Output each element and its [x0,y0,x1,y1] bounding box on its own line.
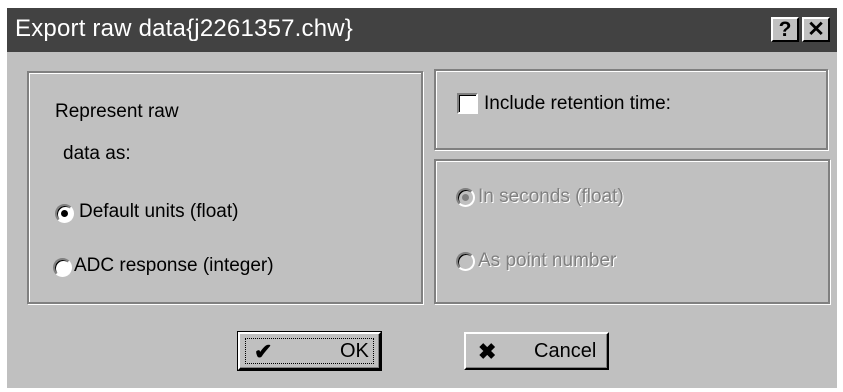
ok-button[interactable]: ✔ OK [237,331,382,371]
ok-button-label: OK [340,340,369,362]
include-retention-label[interactable]: Include retention time: [484,93,671,115]
radio-adc-response-label[interactable]: ADC response (integer) [74,255,274,277]
include-retention-checkbox-box[interactable] [457,93,478,114]
checkmark-icon: ✔ [254,339,273,364]
close-icon: ✕ [807,18,825,41]
dialog-title: Export raw data{j2261357.chw} [15,15,354,42]
radio-default-units-label[interactable]: Default units (float) [79,201,238,223]
represent-group: Represent raw data as: Default units (fl… [27,71,423,304]
x-icon: ✖ [478,339,497,364]
close-button[interactable]: ✕ [802,17,830,42]
title-bar[interactable]: Export raw data{j2261357.chw} ? ✕ [7,8,837,52]
help-button[interactable]: ? [771,17,799,42]
radio-adc-response-indicator[interactable] [53,258,72,277]
cancel-button[interactable]: ✖ Cancel [464,332,609,370]
retention-options-group: In seconds (float) As point number [434,159,830,304]
represent-label-line2: data as: [63,143,131,164]
cancel-button-label: Cancel [534,340,597,362]
question-mark-icon: ? [778,18,792,41]
radio-in-seconds-indicator[interactable] [456,188,475,207]
export-raw-data-dialog: Export raw data{j2261357.chw} ? ✕ Repres… [7,8,837,388]
radio-as-point-number-label[interactable]: As point number [478,250,616,272]
radio-in-seconds-label[interactable]: In seconds (float) [478,186,624,208]
represent-label-line1: Represent raw [55,101,179,122]
retention-checkbox-group: Include retention time: [434,69,828,150]
radio-default-units-indicator[interactable] [55,204,74,223]
radio-as-point-number-indicator[interactable] [456,252,475,271]
